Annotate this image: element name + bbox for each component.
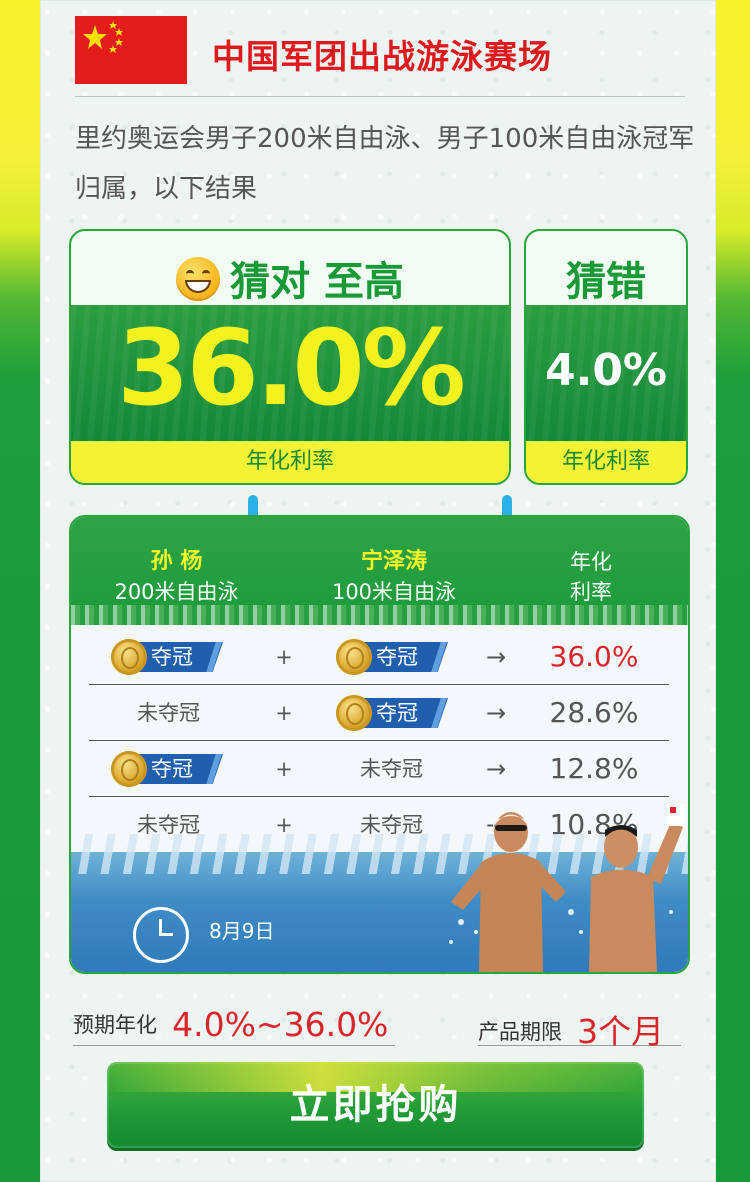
- win-tag: 夺冠: [137, 754, 223, 784]
- guess-right-panel: 猜对 至高 36.0% 年化利率: [69, 229, 511, 485]
- expected-return-label: 预期年化: [73, 1013, 157, 1037]
- rate-band: 36.0%: [71, 305, 509, 441]
- grin-emoji-icon: [176, 257, 221, 301]
- product-term: 产品期限 3个月: [478, 1005, 681, 1051]
- plus-sign: +: [275, 757, 293, 781]
- guess-wrong-panel: 猜错 4.0% 年化利率: [524, 229, 688, 485]
- win-badge: 夺冠: [336, 695, 451, 731]
- product-term-value: 3个月: [577, 1012, 665, 1051]
- gold-medal-icon: [111, 639, 147, 675]
- page-title: 中国军团出战游泳赛场: [212, 37, 552, 76]
- rate-label: 年化利率: [526, 441, 686, 483]
- max-rate-value: 36.0%: [117, 307, 466, 429]
- product-term-label: 产品期限: [478, 1020, 562, 1044]
- buy-now-button[interactable]: 立即抢购: [107, 1062, 644, 1148]
- guess-right-title: 猜对 至高: [71, 249, 509, 307]
- event-date: 8月9日: [209, 919, 275, 943]
- rate-value: 28.6%: [549, 696, 639, 729]
- intro-text: 里约奥运会男子200米自由泳、男子100米自由泳冠军归属，以下结果: [75, 124, 695, 204]
- rate-band: 4.0%: [526, 305, 686, 441]
- min-rate-value: 4.0%: [544, 345, 668, 396]
- win-tag: 夺冠: [362, 642, 448, 672]
- table-header: 孙 杨 200米自由泳 宁泽涛 100米自由泳 年化 利率: [71, 517, 688, 625]
- rate-value: 12.8%: [549, 752, 639, 785]
- china-flag-icon: [75, 16, 187, 84]
- column-header-sun-yang: 孙 杨 200米自由泳: [114, 549, 239, 604]
- table-row: 未夺冠 + 夺冠 → 28.6%: [89, 685, 669, 741]
- divider: [75, 96, 685, 97]
- table-row: 夺冠 + 夺冠 → 36.0%: [89, 629, 669, 685]
- plus-sign: +: [275, 645, 293, 669]
- clock-icon: [133, 907, 189, 963]
- arrow-right-icon: →: [485, 755, 507, 783]
- guess-wrong-title: 猜错: [566, 259, 646, 305]
- results-table: 孙 杨 200米自由泳 宁泽涛 100米自由泳 年化 利率 夺冠 + 夺冠 → …: [69, 515, 690, 974]
- promo-card: 中国军团出战游泳赛场 里约奥运会男子200米自由泳、男子100米自由泳冠军归属，…: [40, 0, 716, 1182]
- win-tag: 夺冠: [137, 642, 223, 672]
- gold-medal-icon: [111, 751, 147, 787]
- gold-medal-icon: [336, 639, 372, 675]
- table-row: 夺冠 + 未夺冠 → 12.8%: [89, 741, 669, 797]
- win-badge: 夺冠: [111, 751, 226, 787]
- buy-now-label: 立即抢购: [289, 1082, 462, 1128]
- column-header-ning-zetao: 宁泽涛 100米自由泳: [331, 549, 457, 604]
- arrow-right-icon: →: [485, 699, 507, 727]
- plus-sign: +: [275, 701, 293, 725]
- guess-right-title-text: 猜对 至高: [230, 259, 404, 305]
- lose-label: 未夺冠: [360, 757, 423, 781]
- rate-label: 年化利率: [71, 441, 509, 483]
- column-header-rate: 年化 利率: [570, 550, 612, 604]
- rate-value: 36.0%: [549, 640, 639, 673]
- lose-label: 未夺冠: [137, 701, 200, 725]
- win-badge: 夺冠: [336, 639, 451, 675]
- win-tag: 夺冠: [362, 698, 448, 728]
- expected-return: 预期年化 4.0%~36.0%: [73, 1005, 395, 1046]
- swimmers-illustration: [449, 804, 685, 972]
- expected-return-value: 4.0%~36.0%: [172, 1005, 389, 1044]
- gold-medal-icon: [336, 695, 372, 731]
- win-badge: 夺冠: [111, 639, 226, 675]
- arrow-right-icon: →: [485, 643, 507, 671]
